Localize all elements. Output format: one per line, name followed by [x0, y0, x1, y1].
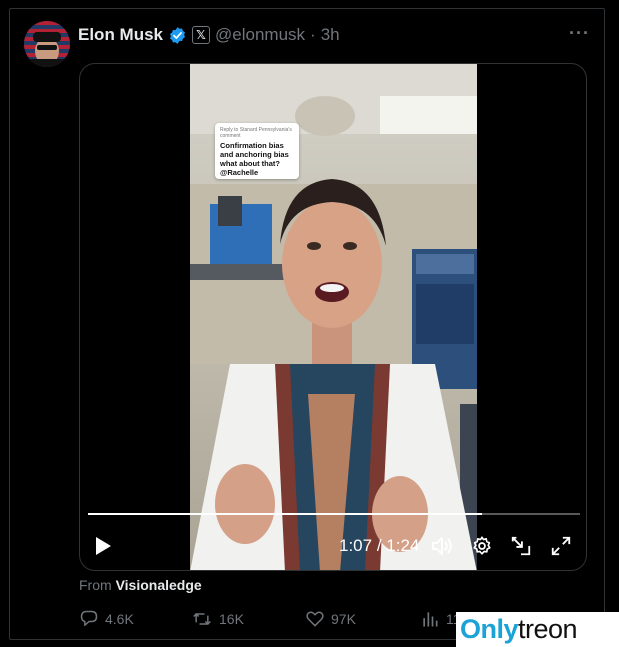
- caption-text: Confirmation bias and anchoring bias wha…: [220, 141, 289, 177]
- reply-icon: [80, 610, 98, 626]
- verified-badge-icon: [168, 26, 187, 45]
- tweet-header: Elon Musk 𝕏 @elonmusk · 3h: [78, 23, 340, 47]
- source-prefix: From: [79, 577, 112, 593]
- watermark-logo: Only treon: [456, 612, 619, 647]
- reply-count: 4.6K: [105, 611, 134, 627]
- author-handle[interactable]: @elonmusk: [215, 25, 305, 45]
- repost-button[interactable]: 16K: [191, 609, 244, 629]
- fullscreen-icon[interactable]: [548, 533, 574, 559]
- separator-dot: ·: [310, 25, 316, 44]
- views-icon: [423, 612, 438, 627]
- volume-icon[interactable]: [430, 533, 456, 559]
- video-current-time: 1:07: [339, 536, 373, 555]
- repost-count: 16K: [219, 611, 244, 627]
- watermark-part-1: Only: [460, 614, 519, 644]
- views-button[interactable]: 11: [420, 609, 461, 629]
- heart-icon: [306, 611, 324, 627]
- caption-reply-label: Reply to Stanard Pennsylvania's comment: [220, 127, 292, 139]
- like-count: 97K: [331, 611, 356, 627]
- repost-icon: [193, 612, 211, 626]
- picture-in-picture-icon[interactable]: [508, 533, 534, 559]
- gear-icon[interactable]: [469, 533, 495, 559]
- like-button[interactable]: 97K: [305, 609, 356, 629]
- video-progress-bar[interactable]: [88, 513, 580, 515]
- video-progress-fill: [88, 513, 482, 515]
- video-frame[interactable]: Reply to Stanard Pennsylvania's comment …: [190, 64, 477, 570]
- tweet-timestamp[interactable]: 3h: [321, 25, 340, 45]
- avatar[interactable]: [24, 21, 70, 67]
- video-duration: 1:24: [386, 536, 420, 555]
- video-player[interactable]: Reply to Stanard Pennsylvania's comment …: [79, 63, 587, 571]
- video-source-attribution: From Visionaledge: [79, 577, 202, 593]
- author-name[interactable]: Elon Musk: [78, 25, 163, 45]
- more-options-button[interactable]: ···: [569, 23, 590, 44]
- tweet-card[interactable]: Elon Musk 𝕏 @elonmusk · 3h ··· Reply to …: [9, 8, 605, 640]
- video-time-separator: /: [376, 536, 382, 555]
- play-icon[interactable]: [90, 533, 116, 559]
- source-account-link[interactable]: Visionaledge: [116, 577, 202, 593]
- video-timestamp: 1:07 / 1:24: [339, 536, 419, 556]
- comment-reply-sticker: Reply to Stanard Pennsylvania's comment …: [215, 123, 299, 179]
- x-affiliate-icon: 𝕏: [192, 26, 211, 44]
- watermark-part-2: treon: [518, 614, 578, 644]
- reply-button[interactable]: 4.6K: [79, 609, 134, 629]
